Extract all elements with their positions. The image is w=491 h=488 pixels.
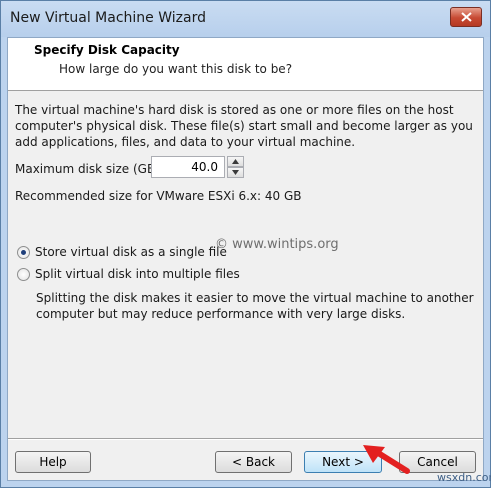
single-file-radio[interactable] (17, 246, 30, 259)
recommended-size-text: Recommended size for VMware ESXi 6.x: 40… (15, 189, 302, 203)
max-disk-size-label: Maximum disk size (GB): (15, 162, 164, 176)
close-button[interactable] (450, 7, 482, 27)
title-bar: New Virtual Machine Wizard (1, 1, 490, 37)
disk-size-spinner (227, 156, 244, 178)
max-disk-size-input[interactable]: 40.0 (151, 156, 225, 178)
split-disk-note: Splitting the disk makes it easier to mo… (36, 291, 474, 321)
spin-up-button[interactable] (227, 156, 244, 167)
page-title: Specify Disk Capacity (34, 43, 180, 57)
help-button[interactable]: Help (15, 451, 91, 473)
single-file-label[interactable]: Store virtual disk as a single file (35, 245, 227, 259)
split-files-radio[interactable] (17, 268, 30, 281)
arrow-up-icon (232, 159, 239, 164)
spin-down-button[interactable] (227, 167, 244, 178)
wsxdn-watermark: wsxdn.com (437, 471, 491, 484)
footer-divider (8, 438, 483, 440)
close-icon (461, 12, 472, 22)
disk-description: The virtual machine's hard disk is store… (15, 103, 473, 149)
wizard-window: New Virtual Machine Wizard Specify Disk … (0, 0, 491, 488)
page-subtitle: How large do you want this disk to be? (59, 62, 293, 76)
radio-selected-dot (21, 250, 26, 255)
wintips-watermark: © www.wintips.org (215, 237, 339, 252)
wizard-client-area: Specify Disk Capacity How large do you w… (7, 37, 484, 481)
split-files-label[interactable]: Split virtual disk into multiple files (35, 267, 240, 281)
red-arrow-annotation-icon (363, 445, 410, 474)
window-title: New Virtual Machine Wizard (10, 10, 206, 26)
back-button[interactable]: < Back (215, 451, 292, 473)
wizard-header: Specify Disk Capacity How large do you w… (8, 38, 483, 91)
arrow-down-icon (232, 170, 239, 175)
